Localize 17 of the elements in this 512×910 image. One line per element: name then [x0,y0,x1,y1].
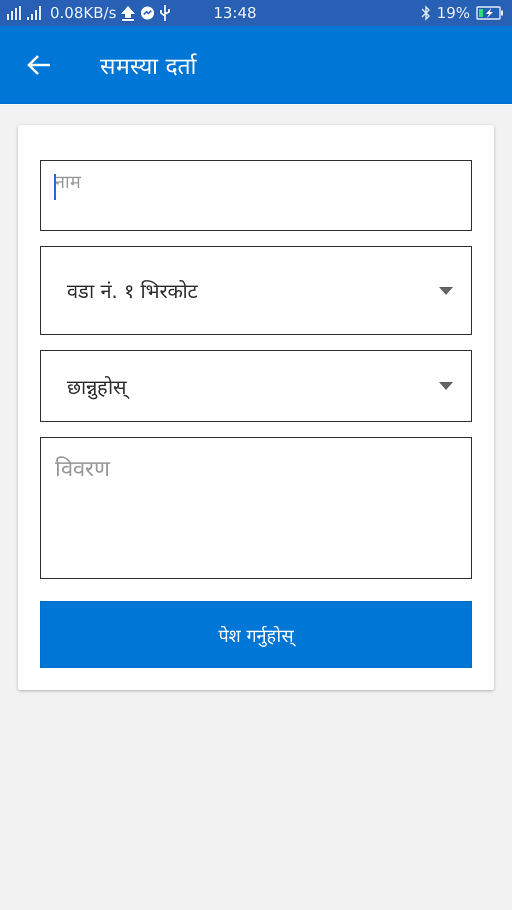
dropdown-select[interactable]: छान्नुहोस् [40,350,472,422]
battery-percent: 19% [436,4,470,22]
usb-icon [159,5,172,21]
submit-button[interactable]: पेश गर्नुहोस् [40,601,472,668]
network-speed: 0.08KB/s [50,4,116,22]
dropdown-select[interactable]: वडा नं. १ भिरकोट [40,246,472,335]
chat-bubble-icon [140,6,156,20]
clock-time: 13:48 [213,4,258,22]
back-arrow-icon[interactable] [26,54,52,76]
dropdown-caret-icon [439,286,453,294]
upload-icon [120,5,136,21]
screen-title: समस्या दर्ता [100,52,196,81]
battery-charging-icon [476,6,504,20]
dropdown-caret-icon [439,382,453,390]
bluetooth-icon [420,5,431,21]
description-textarea[interactable]: विवरण [40,437,472,579]
name-input[interactable]: नाम [40,160,472,231]
